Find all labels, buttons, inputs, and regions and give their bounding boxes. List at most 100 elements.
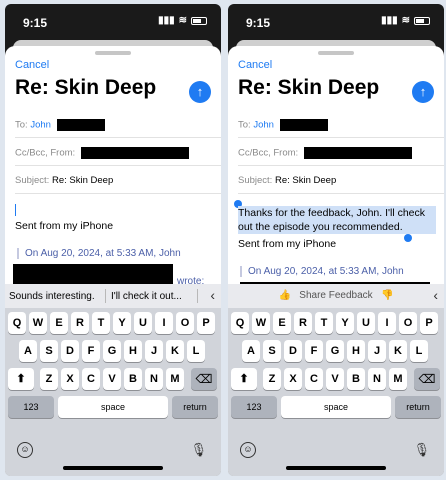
key-x[interactable]: X [284,368,302,390]
thumbs-up-icon[interactable]: 👍 [279,290,291,301]
microphone-icon[interactable]: 🎙 [190,442,207,458]
share-feedback[interactable]: 👍 Share Feedback 👎 [228,290,444,301]
to-recipient[interactable]: John [30,120,51,131]
delete-key[interactable]: ⌫ [414,368,440,390]
key-s[interactable]: S [40,340,58,362]
cancel-button[interactable]: Cancel [15,59,49,71]
email-body-signature[interactable]: Sent from my iPhone [15,220,213,232]
key-d[interactable]: D [284,340,302,362]
quoted-header: On Aug 20, 2024, at 5:33 AM, John [240,266,436,277]
status-icons: ▮▮▮ ≋ [158,15,207,26]
subject-field[interactable]: Subject: Re: Skin Deep [15,166,221,194]
key-u[interactable]: U [357,312,375,334]
key-f[interactable]: F [82,340,100,362]
chevron-left-icon[interactable]: ‹ [210,287,215,303]
key-c[interactable]: C [305,368,323,390]
shift-key[interactable]: ⬆ [8,368,34,390]
redacted-block [80,147,189,159]
key-p[interactable]: P [420,312,438,334]
numbers-key[interactable]: 123 [8,396,54,418]
key-x[interactable]: X [61,368,79,390]
numbers-key[interactable]: 123 [231,396,277,418]
to-field[interactable]: To: John [238,110,444,138]
home-indicator[interactable] [63,466,163,470]
send-button[interactable]: ↑ [189,81,211,103]
key-m[interactable]: M [166,368,184,390]
key-h[interactable]: H [124,340,142,362]
key-l[interactable]: L [187,340,205,362]
key-r[interactable]: R [294,312,312,334]
key-g[interactable]: G [326,340,344,362]
subject-field[interactable]: Subject: Re: Skin Deep [238,166,444,194]
key-n[interactable]: N [145,368,163,390]
prediction-2[interactable]: I'll check it out... [111,291,182,302]
chevron-left-icon[interactable]: ‹ [433,287,438,303]
key-b[interactable]: B [124,368,142,390]
signal-icon: ▮▮▮ [158,15,175,26]
key-v[interactable]: V [103,368,121,390]
home-indicator[interactable] [286,466,386,470]
key-row-3: ⬆ Z X C V B N M ⌫ [5,368,221,392]
key-o[interactable]: O [176,312,194,334]
prediction-1[interactable]: Sounds interesting. [9,291,95,302]
to-field[interactable]: To: John [15,110,221,138]
key-l[interactable]: L [410,340,428,362]
key-h[interactable]: H [347,340,365,362]
key-q[interactable]: Q [231,312,249,334]
selected-text[interactable]: Thanks for the feedback, John. I'll chec… [238,206,436,234]
ccbcc-field[interactable]: Cc/Bcc, From: [238,138,444,166]
space-key[interactable]: space [281,396,391,418]
cancel-button[interactable]: Cancel [238,59,272,71]
key-w[interactable]: W [252,312,270,334]
return-key[interactable]: return [395,396,441,418]
key-d[interactable]: D [61,340,79,362]
key-i[interactable]: I [378,312,396,334]
key-e[interactable]: E [50,312,68,334]
key-b[interactable]: B [347,368,365,390]
prediction-divider [197,289,198,303]
key-q[interactable]: Q [8,312,26,334]
thumbs-down-icon[interactable]: 👎 [381,290,393,301]
return-key[interactable]: return [172,396,218,418]
key-j[interactable]: J [145,340,163,362]
key-a[interactable]: A [242,340,260,362]
key-k[interactable]: K [389,340,407,362]
key-c[interactable]: C [82,368,100,390]
key-u[interactable]: U [134,312,152,334]
to-recipient[interactable]: John [253,120,274,131]
key-z[interactable]: Z [263,368,281,390]
key-y[interactable]: Y [113,312,131,334]
email-body-signature[interactable]: Sent from my iPhone [238,238,436,250]
emoji-icon[interactable]: ☺ [17,442,33,458]
ccbcc-field[interactable]: Cc/Bcc, From: [15,138,221,166]
key-t[interactable]: T [315,312,333,334]
key-t[interactable]: T [92,312,110,334]
key-row-4: 123 space return [5,396,221,420]
key-z[interactable]: Z [40,368,58,390]
key-w[interactable]: W [29,312,47,334]
key-m[interactable]: M [389,368,407,390]
key-j[interactable]: J [368,340,386,362]
sheet-grabber[interactable] [95,51,131,55]
key-v[interactable]: V [326,368,344,390]
send-button[interactable]: ↑ [412,81,434,103]
space-key[interactable]: space [58,396,168,418]
key-f[interactable]: F [305,340,323,362]
key-p[interactable]: P [197,312,215,334]
delete-key[interactable]: ⌫ [191,368,217,390]
key-e[interactable]: E [273,312,291,334]
key-r[interactable]: R [71,312,89,334]
key-g[interactable]: G [103,340,121,362]
key-i[interactable]: I [155,312,173,334]
compose-title: Re: Skin Deep [238,76,380,99]
shift-key[interactable]: ⬆ [231,368,257,390]
key-o[interactable]: O [399,312,417,334]
key-a[interactable]: A [19,340,37,362]
microphone-icon[interactable]: 🎙 [413,442,430,458]
key-s[interactable]: S [263,340,281,362]
key-y[interactable]: Y [336,312,354,334]
emoji-icon[interactable]: ☺ [240,442,256,458]
key-k[interactable]: K [166,340,184,362]
sheet-grabber[interactable] [318,51,354,55]
key-n[interactable]: N [368,368,386,390]
